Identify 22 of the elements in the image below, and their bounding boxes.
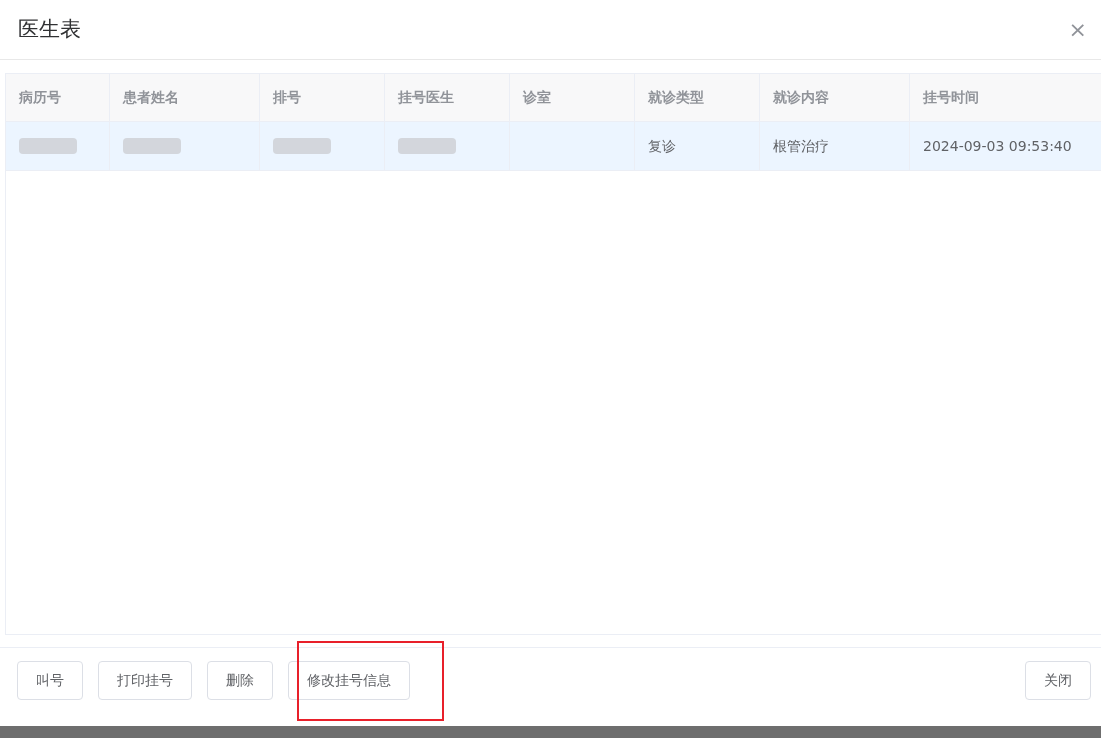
column-header: 患者姓名 [123,88,179,107]
redaction-mark [273,138,331,154]
redaction-mark [123,138,181,154]
redaction-mark [398,138,456,154]
table-cell-text: 2024-09-03 09:53:40 [923,136,1072,156]
table-cell-text: 复诊 [648,136,676,156]
column-header: 挂号医生 [398,88,454,107]
column-header: 排号 [273,88,301,107]
action-button[interactable]: 删除 [207,661,273,700]
action-button[interactable]: 叫号 [17,661,83,700]
action-button[interactable]: 修改挂号信息 [288,661,410,700]
column-header: 病历号 [19,88,61,107]
column-header: 就诊类型 [648,88,704,107]
redaction-mark [19,138,77,154]
table-cell-text: 根管治疗 [773,136,829,156]
close-button[interactable]: 关闭 [1025,661,1091,700]
column-header: 就诊内容 [773,88,829,107]
column-header: 诊室 [523,88,551,107]
column-header: 挂号时间 [923,88,979,107]
table-row[interactable]: 复诊 根管治疗 2024-09-03 09:53:40 [6,122,1101,171]
dialog-title: 医生表 [18,15,81,43]
action-button[interactable]: 打印挂号 [98,661,192,700]
